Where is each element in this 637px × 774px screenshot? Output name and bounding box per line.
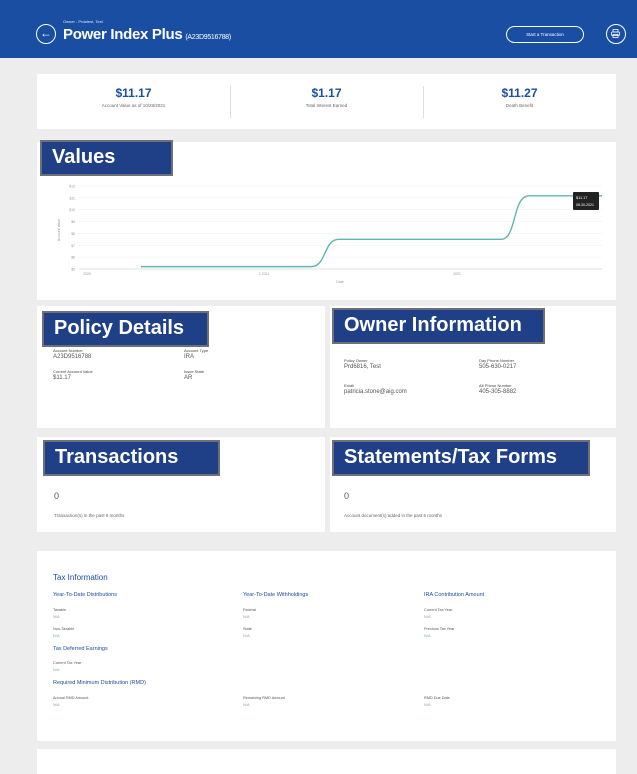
transactions-heading: Transactions	[43, 440, 220, 476]
y-tick-label: $12	[69, 185, 75, 189]
transactions-count: 0	[54, 491, 60, 501]
death-benefit-summary: $11.27 Death Benefit	[423, 86, 616, 108]
tax-information-card: Tax Information Year-To-Date Distributio…	[37, 551, 616, 741]
policy-owner-value: Prd6816, Test	[344, 364, 381, 370]
field-label: Current Account Value	[53, 369, 93, 374]
day-phone-value: 505-630-0217	[479, 364, 517, 370]
interest-earned-value: $1.17	[311, 86, 342, 100]
transactions-note: Transaction(s) in the past 6 months	[54, 513, 125, 518]
death-benefit-label: Death Benefit	[505, 103, 534, 108]
taxable-value: N/A	[53, 614, 60, 619]
y-tick-label: $6	[71, 256, 75, 260]
taxable-label: Taxable	[53, 608, 67, 612]
statements-note: Account document(s) added in the past 6 …	[344, 513, 443, 518]
issue-state-value: AR	[184, 375, 193, 381]
ira-contribution-heading: IRA Contribution Amount	[424, 592, 485, 598]
current-tax-year-value: N/A	[424, 614, 431, 619]
rmd-due-label: RMD Due Date	[424, 696, 450, 700]
account-number-value: A23D9516788	[53, 354, 92, 360]
field-label: Account Number	[53, 348, 83, 353]
y-tick-label: $7	[71, 244, 75, 248]
previous-tax-year-value: N/A	[424, 633, 431, 638]
non-taxable-value: N/A	[53, 633, 60, 638]
tax-information-title: Tax Information	[53, 573, 108, 582]
owner-subtitle: Owner - Prdatest, Test	[63, 19, 103, 24]
ytd-distributions-heading: Year-To-Date Distributions	[53, 592, 117, 598]
remaining-rmd-label: Remaining RMD Amount	[243, 696, 285, 700]
tde-current-value: N/A	[53, 667, 60, 672]
death-benefit-value: $11.27	[501, 86, 538, 100]
product-name: Power Index Plus	[63, 26, 183, 43]
interest-summary: $1.17 Total Interest Earned	[230, 86, 423, 108]
y-tick-label: $5	[71, 268, 75, 272]
remaining-rmd-value: N/A	[243, 702, 250, 707]
y-tick-label: $9	[71, 220, 75, 224]
y-tick-label: $10	[69, 208, 75, 212]
y-tick-label: $8	[71, 232, 75, 236]
rmd-due-value: N/A	[424, 702, 431, 707]
annual-rmd-value: N/A	[53, 702, 60, 707]
previous-tax-year-label: Previous Tax Year	[424, 627, 455, 631]
non-taxable-label: Non-Taxable	[53, 627, 75, 631]
policy-details-heading: Policy Details	[42, 311, 209, 347]
state-label: State	[243, 627, 252, 631]
account-value-label: Account Value as of 10/28/2021	[101, 103, 166, 108]
tax-deferred-heading: Tax Deferred Earnings	[53, 646, 108, 652]
back-arrow-icon[interactable]: ←	[36, 24, 56, 44]
federal-value: N/A	[243, 614, 250, 619]
annual-rmd-label: Annual RMD Amount	[53, 696, 89, 700]
field-label: Account Type	[184, 348, 209, 353]
field-label: Day Phone Number	[479, 358, 515, 363]
y-axis-label: Account Value	[57, 219, 61, 241]
state-value: N/A	[243, 633, 250, 638]
account-value-summary: $11.17 Account Value as of 10/28/2021	[37, 86, 230, 108]
rmd-heading: Required Minimum Distribution (RMD)	[53, 680, 146, 686]
printer-icon	[611, 29, 620, 38]
y-tick-label: $11	[69, 196, 75, 200]
field-label: Issue State	[184, 369, 205, 374]
policy-number: (A23D9516788)	[185, 34, 231, 41]
field-label: Alt Phone Number	[479, 383, 512, 388]
account-value: $11.17	[115, 86, 152, 100]
start-transaction-button[interactable]: Start a Transaction	[506, 26, 584, 43]
account-summary-card: $11.17 Account Value as of 10/28/2021 $1…	[37, 74, 616, 129]
statements-count: 0	[344, 491, 350, 501]
app-header: ← Owner - Prdatest, Test Power Index Plu…	[0, 0, 637, 58]
statements-heading: Statements/Tax Forms	[332, 440, 590, 476]
email-value: patricia.stone@aig.com	[344, 389, 407, 395]
current-account-value: $11.17	[53, 375, 71, 381]
owner-information-heading: Owner Information	[332, 308, 545, 344]
alt-phone-value: 405-305-8882	[479, 389, 517, 395]
current-tax-year-label: Current Tax Year	[424, 608, 453, 612]
page-title: Power Index Plus (A23D9516788)	[63, 26, 231, 43]
federal-label: Federal	[243, 608, 256, 612]
ytd-withholdings-heading: Year-To-Date Withholdings	[243, 592, 309, 598]
print-button[interactable]	[606, 24, 626, 44]
chart-tooltip	[573, 192, 599, 210]
tooltip-value: $11.17	[576, 196, 587, 200]
tooltip-date: 08-30-2021	[576, 203, 594, 207]
footer-card	[37, 749, 616, 774]
x-tick-label: 2021	[453, 272, 461, 276]
account-type-value: IRA	[184, 354, 195, 360]
x-tick-label: 2020	[83, 272, 91, 276]
field-label: Email	[344, 383, 355, 388]
tde-current-label: Current Tax Year	[53, 661, 82, 665]
x-tick-label: 7-2021	[259, 272, 270, 276]
interest-earned-label: Total Interest Earned	[305, 103, 348, 108]
account-value-line	[141, 195, 602, 268]
field-label: Policy Owner	[344, 358, 368, 363]
values-heading: Values	[40, 140, 173, 176]
x-axis-label: Date	[336, 280, 343, 284]
